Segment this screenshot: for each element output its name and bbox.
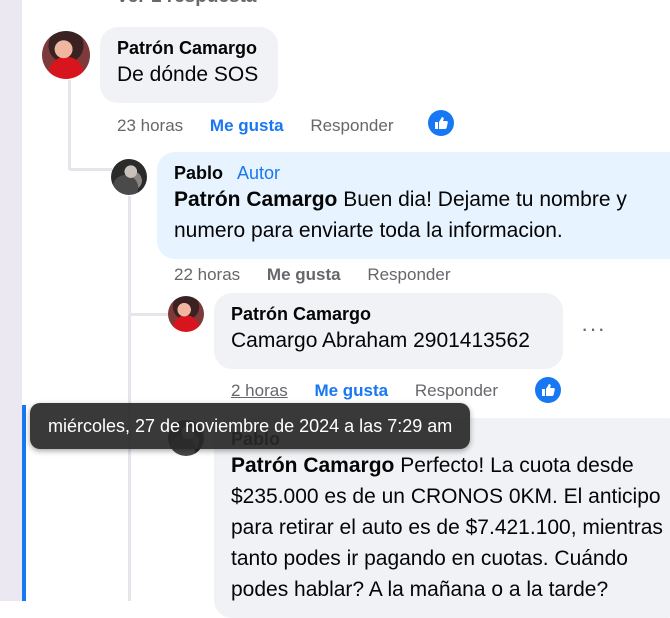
comment-actions: 23 horas Me gusta Responder — [117, 116, 416, 136]
thumbs-up-icon — [428, 110, 454, 136]
comment-actions: 22 horas Me gusta Responder — [174, 265, 473, 285]
focus-indicator-bar — [22, 405, 26, 601]
comment-time[interactable]: 22 horas — [174, 265, 240, 284]
like-button[interactable]: Me gusta — [210, 116, 284, 135]
comment-bubble: Patrón Camargo De dónde SOS — [100, 27, 278, 103]
comment-author[interactable]: Patrón Camargo — [117, 37, 264, 59]
timestamp-tooltip: miércoles, 27 de noviembre de 2024 a las… — [30, 403, 471, 449]
reply-button[interactable]: Responder — [310, 116, 393, 135]
comment-time[interactable]: 23 horas — [117, 116, 183, 135]
avatar[interactable] — [111, 159, 147, 195]
more-dots-icon[interactable]: ··· — [581, 316, 606, 342]
mention-link[interactable]: Patrón Camargo — [231, 454, 394, 477]
comment-text: Camargo Abraham 2901413562 — [231, 329, 530, 352]
author-badge: Autor — [237, 163, 281, 183]
comment-author[interactable]: Patrón Camargo — [231, 303, 549, 325]
view-replies-link[interactable]: Ver 1 respuesta — [116, 0, 256, 8]
comment-text: Patrón Camargo Perfecto! La cuota desde … — [231, 450, 670, 605]
avatar[interactable] — [168, 296, 204, 332]
avatar[interactable] — [42, 31, 90, 79]
like-button[interactable]: Me gusta — [314, 381, 388, 400]
page-left-strip — [0, 0, 22, 601]
thread-line — [128, 196, 131, 601]
mention-link[interactable]: Patrón Camargo — [174, 188, 337, 211]
reply-button[interactable]: Responder — [367, 265, 450, 284]
comment-actions: 2 horas Me gusta Responder — [231, 381, 520, 401]
like-button[interactable]: Me gusta — [267, 265, 341, 284]
thread-line — [128, 313, 168, 316]
comment-bubble: Pablo Autor Patrón Camargo Buen dia! Deja… — [157, 152, 670, 259]
comment-text: Patrón Camargo Buen dia! Dejame tu nombr… — [174, 184, 670, 246]
thread-line — [68, 80, 71, 170]
comment-text: De dónde SOS — [117, 63, 259, 86]
comment-header: Pablo Autor — [174, 162, 670, 184]
comment-time[interactable]: 2 horas — [231, 381, 288, 400]
thread-line — [68, 168, 112, 171]
reply-button[interactable]: Responder — [415, 381, 498, 400]
comment-author[interactable]: Pablo — [174, 163, 223, 183]
comment-bubble: Patrón Camargo Camargo Abraham 290141356… — [214, 293, 563, 369]
thumbs-up-icon — [535, 377, 561, 403]
